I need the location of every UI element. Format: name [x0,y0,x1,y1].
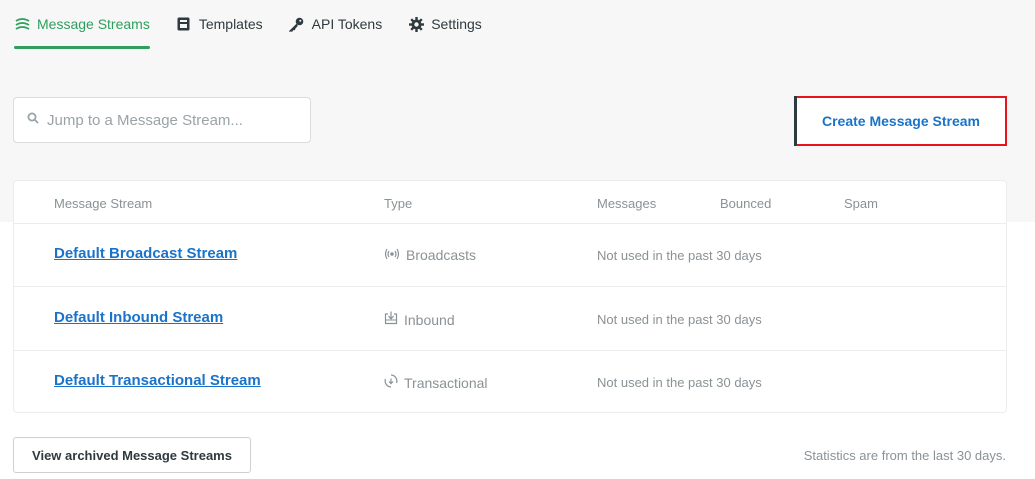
stream-usage: Not used in the past 30 days [597,312,762,327]
stream-usage: Not used in the past 30 days [597,375,762,390]
column-header-messages: Messages [597,196,657,211]
broadcast-icon [384,247,400,263]
table-header: Message Stream Type Messages Bounced Spa… [14,181,1006,224]
tab-label: API Tokens [311,16,383,32]
inbound-icon [384,311,398,328]
top-nav: Message Streams Templates API Tokens Set… [14,0,482,49]
table-row: Default Inbound Stream Inbound Not used … [14,288,1006,351]
stream-type: Broadcasts [384,247,476,263]
column-header-name: Message Stream [54,196,153,211]
column-header-spam: Spam [844,196,878,211]
stream-search[interactable] [13,97,311,143]
template-icon [176,16,192,32]
table-row: Default Transactional Stream Transaction… [14,351,1006,414]
table-row: Default Broadcast Stream Broadcasts Not … [14,224,1006,287]
transactional-icon [384,374,398,391]
stream-type: Inbound [384,311,455,328]
stream-usage: Not used in the past 30 days [597,248,762,263]
streams-table: Message Stream Type Messages Bounced Spa… [13,180,1007,413]
column-header-bounced: Bounced [720,196,772,211]
stream-link-broadcast[interactable]: Default Broadcast Stream [54,245,237,262]
tab-api-tokens[interactable]: API Tokens [289,0,383,48]
stream-type: Transactional [384,374,488,391]
create-message-stream-button[interactable]: Create Message Stream [794,96,1007,146]
stream-type-label: Transactional [404,374,488,391]
tab-label: Templates [198,16,263,32]
gear-icon [408,16,424,32]
stream-link-transactional[interactable]: Default Transactional Stream [54,372,261,389]
view-archived-streams-button[interactable]: View archived Message Streams [13,437,251,473]
search-icon [27,111,39,129]
tab-templates[interactable]: Templates [176,0,263,48]
streams-icon [14,16,30,32]
stream-link-inbound[interactable]: Default Inbound Stream [54,309,223,326]
stream-type-label: Broadcasts [406,247,477,263]
tab-label: Settings [431,16,482,32]
tab-label: Message Streams [37,16,150,32]
search-input[interactable] [47,111,297,129]
column-header-type: Type [384,196,413,211]
statistics-note: Statistics are from the last 30 days. [803,448,1006,463]
tab-settings[interactable]: Settings [408,0,482,48]
tab-message-streams[interactable]: Message Streams [14,0,150,49]
key-icon [289,16,305,32]
stream-type-label: Inbound [404,311,455,328]
